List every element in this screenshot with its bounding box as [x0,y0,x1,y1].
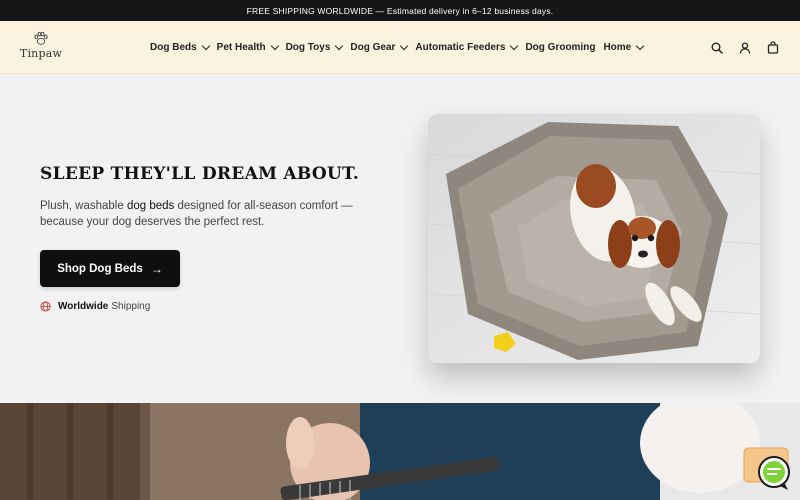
hero-description: Plush, washable dog beds designed for al… [40,198,360,230]
account-icon[interactable] [738,41,752,55]
shop-dog-beds-button[interactable]: Shop Dog Beds → [40,250,180,287]
nav-item-dog-toys[interactable]: Dog Toys [285,41,344,53]
search-icon[interactable] [710,41,724,55]
chevron-down-icon [510,41,519,50]
nav-item-dog-gear[interactable]: Dog Gear [350,41,409,53]
chat-widget-button[interactable] [742,446,792,492]
nav-item-home[interactable]: Home [603,41,645,53]
nav-label: Dog Gear [350,42,396,53]
header-actions [696,21,780,74]
hero-desc-part1: Plush, washable [40,200,127,212]
nav-item-pet-health[interactable]: Pet Health [216,41,279,53]
nav-label: Pet Health [216,42,266,53]
cta-label: Shop Dog Beds [57,262,143,275]
arrow-right-icon: → [150,261,163,276]
shipping-text: Shipping [111,301,151,312]
nav-item-dog-beds[interactable]: Dog Beds [150,41,210,53]
brand-name: Tinpaw [19,47,63,60]
nav-label: Home [603,42,632,53]
hero-section: SLEEP THEY'LL DREAM ABOUT. Plush, washab… [0,74,800,403]
shipping-strong: Worldwide [58,301,109,312]
brand-logo[interactable]: Tinpaw [20,31,62,65]
nav-label: Dog Toys [285,42,331,53]
hero-title: SLEEP THEY'LL DREAM ABOUT. [40,164,360,184]
grooming-banner-image [0,403,800,500]
nav-item-dog-grooming[interactable]: Dog Grooming [525,42,595,53]
chevron-down-icon [335,41,344,50]
nav-label: Dog Beds [150,42,197,53]
announcement-text: FREE SHIPPING WORLDWIDE — Estimated deli… [246,5,554,16]
cart-icon[interactable] [766,41,780,55]
hero-desc-link[interactable]: dog beds [127,200,174,212]
chevron-down-icon [270,41,279,50]
hero-image-dog-bed [428,114,760,363]
announcement-bar: FREE SHIPPING WORLDWIDE — Estimated deli… [0,0,800,21]
globe-icon [40,301,51,312]
nav-label: Automatic Feeders [415,42,506,53]
paw-icon [34,31,48,45]
chevron-down-icon [400,41,409,50]
nav-label: Dog Grooming [525,42,596,53]
chevron-down-icon [636,41,645,50]
chevron-down-icon [201,41,210,50]
shipping-badge: Worldwide Shipping [40,301,150,312]
nav-item-automatic-feeders[interactable]: Automatic Feeders [415,41,519,53]
site-header: Tinpaw Dog Beds Pet Health Dog Toys Dog Gea… [0,21,800,74]
main-nav: Dog Beds Pet Health Dog Toys Dog Gear Automa… [150,21,651,74]
